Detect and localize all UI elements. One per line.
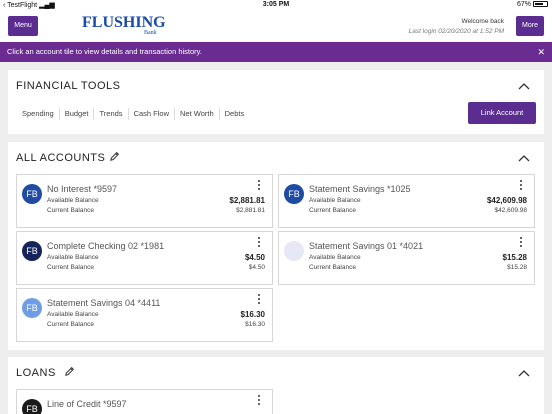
- loan-name: Line of Credit *9597: [47, 399, 127, 409]
- account-name: Complete Checking 02 *1981: [47, 241, 165, 251]
- account-tile[interactable]: FB No Interest *9597 Available Balance C…: [16, 174, 273, 228]
- account-tile[interactable]: FB Statement Savings 04 *4411 Available …: [16, 288, 273, 342]
- chevron-up-icon[interactable]: [518, 369, 530, 377]
- current-balance-label: Current Balance: [47, 207, 94, 214]
- link-account-button[interactable]: Link Account: [468, 102, 536, 124]
- current-balance-label: Current Balance: [47, 264, 94, 271]
- available-balance-value: $42,609.98: [486, 196, 527, 205]
- info-banner: Click an account tile to view details an…: [0, 42, 552, 62]
- logo-sub: Bank: [144, 30, 157, 36]
- available-balance-label: Available Balance: [47, 197, 99, 204]
- current-balance-label: Current Balance: [309, 207, 356, 214]
- loans-panel: LOANS FB Line of Credit *9597: [8, 357, 544, 414]
- current-balance-value: $42,609.98: [494, 207, 527, 214]
- more-vertical-icon[interactable]: [257, 294, 261, 306]
- available-balance-label: Available Balance: [309, 197, 361, 204]
- status-battery: 67%: [517, 1, 548, 8]
- chevron-up-icon[interactable]: [518, 82, 530, 90]
- loan-tile[interactable]: FB Line of Credit *9597: [16, 389, 273, 414]
- current-balance-label: Current Balance: [309, 264, 356, 271]
- available-balance-value: $16.30: [240, 310, 265, 319]
- avatar: FB: [22, 184, 42, 204]
- welcome-block: Welcome back Last login 02/20/2020 at 1:…: [409, 17, 504, 37]
- account-tile[interactable]: FB Complete Checking 02 *1981 Available …: [16, 231, 273, 285]
- avatar: FB: [284, 184, 304, 204]
- status-bar: ‹ TestFlight ▂▄▆ 3:05 PM 67%: [0, 0, 552, 11]
- account-tile[interactable]: FB Statement Savings *1025 Available Bal…: [278, 174, 535, 228]
- account-tile[interactable]: Statement Savings 01 *4021 Available Bal…: [278, 231, 535, 285]
- tool-link-debts[interactable]: Debts: [220, 108, 250, 120]
- avatar: FB: [22, 399, 42, 414]
- more-vertical-icon[interactable]: [519, 237, 523, 249]
- pencil-icon[interactable]: [64, 366, 75, 377]
- tool-link-budget[interactable]: Budget: [60, 108, 95, 120]
- financial-tools-title: FINANCIAL TOOLS: [16, 80, 121, 92]
- more-button[interactable]: More: [516, 16, 544, 36]
- menu-button[interactable]: Menu: [8, 16, 38, 36]
- avatar: FB: [22, 241, 42, 261]
- available-balance-value: $2,881.81: [229, 196, 265, 205]
- all-accounts-title: ALL ACCOUNTS: [16, 152, 106, 164]
- chevron-up-icon[interactable]: [518, 154, 530, 162]
- tool-link-net-worth[interactable]: Net Worth: [175, 108, 220, 120]
- logo-word: FLUSHING: [82, 14, 166, 31]
- account-name: Statement Savings 01 *4021: [309, 241, 424, 251]
- available-balance-label: Available Balance: [47, 254, 99, 261]
- avatar: FB: [22, 298, 42, 318]
- battery-icon: [533, 1, 548, 7]
- tool-link-spending[interactable]: Spending: [16, 108, 60, 120]
- more-vertical-icon[interactable]: [257, 180, 261, 192]
- available-balance-value: $4.50: [244, 253, 265, 262]
- app-header: Menu FLUSHING Bank Welcome back Last log…: [0, 11, 552, 42]
- current-balance-value: $16.30: [245, 321, 265, 328]
- current-balance-label: Current Balance: [47, 321, 94, 328]
- more-vertical-icon[interactable]: [257, 237, 261, 249]
- pencil-icon[interactable]: [109, 151, 120, 162]
- close-icon[interactable]: ✕: [537, 42, 545, 62]
- tool-link-trends[interactable]: Trends: [94, 108, 129, 120]
- welcome-text: Welcome back: [461, 18, 504, 25]
- account-name: No Interest *9597: [47, 184, 118, 194]
- financial-tools-panel: FINANCIAL TOOLS Spending Budget Trends C…: [8, 70, 544, 134]
- available-balance-value: $15.28: [502, 253, 527, 262]
- banner-text: Click an account tile to view details an…: [7, 47, 202, 56]
- tool-link-cash-flow[interactable]: Cash Flow: [129, 108, 175, 120]
- avatar: [284, 241, 304, 261]
- more-vertical-icon[interactable]: [257, 395, 261, 407]
- current-balance-value: $2,881.81: [236, 207, 265, 214]
- account-name: Statement Savings *1025: [309, 184, 411, 194]
- available-balance-label: Available Balance: [309, 254, 361, 261]
- available-balance-label: Available Balance: [47, 311, 99, 318]
- current-balance-value: $4.50: [248, 264, 265, 271]
- last-login-text: Last login 02/20/2020 at 1:52 PM: [408, 28, 504, 35]
- more-vertical-icon[interactable]: [519, 180, 523, 192]
- financial-tools-links: Spending Budget Trends Cash Flow Net Wor…: [16, 108, 249, 120]
- account-name: Statement Savings 04 *4411: [47, 298, 161, 308]
- status-time: 3:05 PM: [262, 1, 290, 8]
- current-balance-value: $15.28: [507, 264, 527, 271]
- all-accounts-panel: ALL ACCOUNTS FB No Interest *9597 Availa…: [8, 142, 544, 350]
- loans-title: LOANS: [16, 367, 56, 379]
- battery-percent: 67%: [516, 1, 531, 8]
- bank-logo: FLUSHING Bank: [82, 15, 168, 39]
